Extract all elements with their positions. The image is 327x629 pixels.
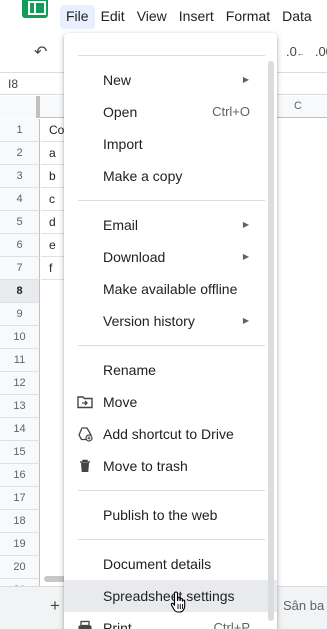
- menu-separator: [78, 490, 265, 491]
- decimal-buttons: .0 .00: [286, 44, 327, 59]
- add-sheet-button[interactable]: +: [50, 596, 60, 616]
- menu-item-new[interactable]: New ▶: [64, 64, 277, 96]
- menu-view[interactable]: View: [131, 5, 173, 29]
- menu-item-download[interactable]: Download ▶: [64, 241, 277, 273]
- drive-shortcut-icon: [78, 427, 93, 442]
- menu-item-label: Spreadsheet settings: [103, 588, 235, 604]
- menu-item-label: Print: [103, 620, 132, 629]
- menu-item-print[interactable]: Print Ctrl+P: [64, 612, 277, 629]
- select-all-corner[interactable]: [0, 96, 40, 118]
- menu-item-label: Import: [103, 136, 143, 152]
- row-header[interactable]: 12: [0, 372, 40, 395]
- menubar: File Edit View Insert Format Data: [60, 5, 318, 29]
- menu-item-email[interactable]: Email ▶: [64, 209, 277, 241]
- row-header[interactable]: 4: [0, 188, 40, 211]
- row-headers: 1 2 3 4 5 6 7 8 9 10 11 12 13 14 15 16 1…: [0, 119, 40, 602]
- hand-pointer-cursor-icon: [170, 591, 186, 613]
- menu-item-label: Make a copy: [103, 168, 183, 184]
- row-header[interactable]: 11: [0, 349, 40, 372]
- increase-decimal-button[interactable]: .0 0: [315, 44, 327, 59]
- row-header[interactable]: 17: [0, 487, 40, 510]
- row-header[interactable]: 6: [0, 234, 40, 257]
- menu-item-label: Rename: [103, 362, 156, 378]
- sheet-tab[interactable]: Sân ba: [283, 598, 324, 613]
- row-header[interactable]: 3: [0, 165, 40, 188]
- row-header[interactable]: 19: [0, 533, 40, 556]
- row-header[interactable]: 10: [0, 326, 40, 349]
- menu-scrollbar[interactable]: [268, 61, 274, 621]
- row-header[interactable]: 5: [0, 211, 40, 234]
- undo-icon[interactable]: ↶: [34, 42, 47, 62]
- row-header-selected[interactable]: 8: [0, 280, 40, 303]
- menu-edit[interactable]: Edit: [95, 5, 131, 29]
- submenu-arrow-icon: ▶: [242, 316, 249, 325]
- menu-item-label: New: [103, 72, 132, 88]
- submenu-arrow-icon: ▶: [242, 75, 249, 84]
- decrease-decimal-button[interactable]: .0: [286, 44, 305, 59]
- row-header[interactable]: 15: [0, 441, 40, 464]
- menu-insert[interactable]: Insert: [173, 5, 220, 29]
- row-header[interactable]: 13: [0, 395, 40, 418]
- menu-item-label: Version history: [103, 313, 195, 329]
- menu-item-label: Open: [103, 104, 138, 120]
- row-header[interactable]: 9: [0, 303, 40, 326]
- menu-item-label: Download: [103, 249, 166, 265]
- row-header[interactable]: 7: [0, 257, 40, 280]
- menu-item-move[interactable]: Move: [64, 386, 277, 418]
- name-box[interactable]: I8: [8, 77, 18, 91]
- menu-item-label: Email: [103, 217, 139, 233]
- menu-item-label: Document details: [103, 556, 212, 572]
- menu-shortcut: Ctrl+O: [212, 104, 250, 119]
- submenu-arrow-icon: ▶: [242, 220, 249, 229]
- menu-shortcut: Ctrl+P: [213, 620, 250, 629]
- menu-item-import[interactable]: Import: [64, 128, 277, 160]
- menu-item-version-history[interactable]: Version history ▶: [64, 305, 277, 337]
- menu-separator: [78, 539, 265, 540]
- row-header[interactable]: 14: [0, 418, 40, 441]
- menu-item-label: Add shortcut to Drive: [103, 426, 234, 442]
- menu-item-trash[interactable]: Move to trash: [64, 450, 277, 482]
- menu-item-label: Move to trash: [103, 458, 188, 474]
- row-header[interactable]: 2: [0, 142, 40, 165]
- file-menu: New ▶ Open Ctrl+O Import Make a copy Ema…: [64, 33, 277, 629]
- menu-item-label: Publish to the web: [103, 507, 218, 523]
- menu-item-offline[interactable]: Make available offline: [64, 273, 277, 305]
- menu-format[interactable]: Format: [220, 5, 276, 29]
- row-header[interactable]: 1: [0, 119, 40, 142]
- menu-separator: [78, 55, 265, 56]
- menu-item-rename[interactable]: Rename: [64, 354, 277, 386]
- column-header-c[interactable]: C: [294, 100, 302, 112]
- trash-icon: [80, 459, 90, 472]
- submenu-arrow-icon: ▶: [242, 252, 249, 261]
- menu-item-open[interactable]: Open Ctrl+O: [64, 96, 277, 128]
- sheets-logo-icon[interactable]: [22, 0, 48, 18]
- row-header[interactable]: 16: [0, 464, 40, 487]
- menu-item-publish[interactable]: Publish to the web: [64, 499, 277, 531]
- menu-item-make-copy[interactable]: Make a copy: [64, 160, 277, 192]
- print-icon: [78, 620, 92, 629]
- row-header[interactable]: 18: [0, 510, 40, 533]
- move-folder-icon: [77, 396, 93, 409]
- menu-file[interactable]: File: [60, 5, 95, 29]
- menu-separator: [78, 200, 265, 201]
- menu-item-label: Move: [103, 394, 138, 410]
- menu-item-document-details[interactable]: Document details: [64, 548, 277, 580]
- menu-item-label: Make available offline: [103, 281, 238, 297]
- row-header[interactable]: 20: [0, 556, 40, 579]
- menu-data[interactable]: Data: [276, 5, 318, 29]
- menu-separator: [78, 345, 265, 346]
- menu-item-add-shortcut[interactable]: Add shortcut to Drive: [64, 418, 277, 450]
